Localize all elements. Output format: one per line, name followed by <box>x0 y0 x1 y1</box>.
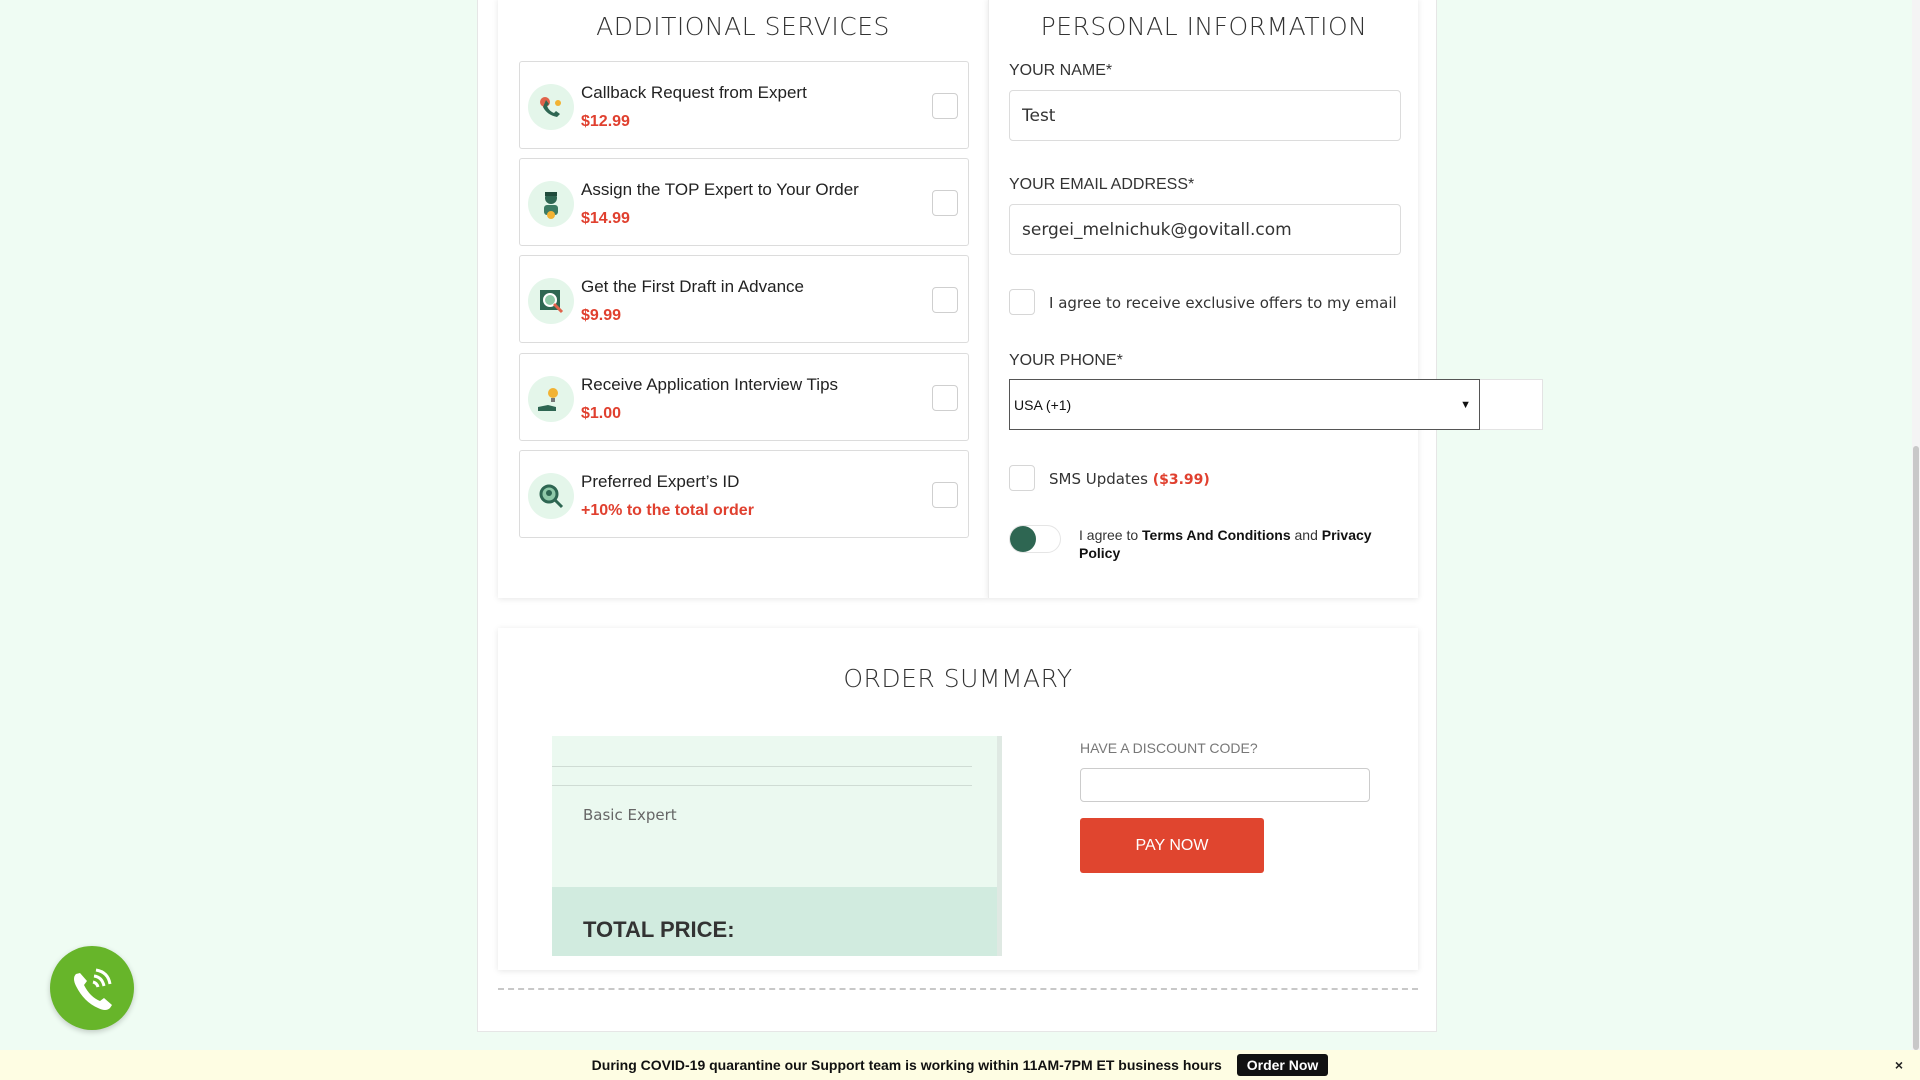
scrollbar-thumb[interactable] <box>1913 446 1919 1050</box>
phone-number-field[interactable] <box>1480 379 1543 430</box>
service-checkbox[interactable] <box>932 93 958 119</box>
service-title: Assign the TOP Expert to Your Order <box>581 180 859 199</box>
service-price: $9.99 <box>581 307 622 324</box>
toggle-knob <box>1010 526 1036 552</box>
service-preferred-expert-id[interactable]: Preferred Expert’s ID +10% to the total … <box>519 450 969 538</box>
summary-item-expert: Basic Expert <box>583 806 677 824</box>
order-summary-table: Basic Expert TOTAL PRICE: <box>552 736 1002 956</box>
scrollbar[interactable] <box>1912 0 1920 1050</box>
additional-services-card: ADDITIONAL SERVICES Callback Request fro… <box>498 0 988 598</box>
service-price: +10% to the total order <box>581 502 754 519</box>
email-label: YOUR EMAIL ADDRESS* <box>1009 176 1195 193</box>
offers-label: I agree to receive exclusive offers to m… <box>1049 294 1397 312</box>
pay-now-button[interactable]: PAY NOW <box>1080 818 1264 873</box>
service-title: Callback Request from Expert <box>581 83 807 102</box>
summary-divider <box>552 766 972 767</box>
summary-divider <box>552 785 972 786</box>
service-title: Preferred Expert’s ID <box>581 472 740 491</box>
email-field[interactable] <box>1009 204 1401 255</box>
order-form-container: ADDITIONAL SERVICES Callback Request fro… <box>477 0 1543 1032</box>
personal-information-title: PERSONAL INFORMATION <box>1040 12 1368 41</box>
sms-updates-price: ($3.99) <box>1152 472 1210 488</box>
personal-information-card: PERSONAL INFORMATION YOUR NAME* YOUR EMA… <box>988 0 1543 598</box>
total-price-label: TOTAL PRICE: <box>552 887 997 956</box>
service-title: Receive Application Interview Tips <box>581 375 839 394</box>
service-price: $1.00 <box>581 405 622 422</box>
call-button[interactable] <box>50 946 134 1030</box>
service-checkbox[interactable] <box>932 385 958 411</box>
close-icon[interactable]: × <box>1895 1057 1903 1073</box>
additional-services-title: ADDITIONAL SERVICES <box>596 12 890 41</box>
phone-label: YOUR PHONE* <box>1009 352 1123 369</box>
expert-id-icon <box>528 473 574 519</box>
service-top-expert[interactable]: Assign the TOP Expert to Your Order $14.… <box>519 158 969 246</box>
discount-code-input[interactable] <box>1080 768 1370 802</box>
discount-code-label: HAVE A DISCOUNT CODE? <box>1080 740 1258 756</box>
sms-updates-text: SMS Updates <box>1049 470 1148 488</box>
service-first-draft[interactable]: Get the First Draft in Advance $9.99 <box>519 255 969 343</box>
covid-notice-bar: During COVID-19 quarantine our Support t… <box>0 1050 1920 1080</box>
service-checkbox[interactable] <box>932 482 958 508</box>
terms-toggle[interactable] <box>1009 525 1061 553</box>
dashed-divider <box>498 988 1418 990</box>
service-checkbox[interactable] <box>932 287 958 313</box>
phone-country-value: USA (+1) <box>1014 396 1072 413</box>
sms-updates-label: SMS Updates ($3.99) <box>1049 470 1210 488</box>
service-price: $14.99 <box>581 210 630 227</box>
dropdown-arrow-icon: ▼ <box>1460 398 1471 411</box>
name-field[interactable] <box>1009 90 1401 141</box>
terms-and: and <box>1294 527 1318 543</box>
phone-country-select[interactable]: USA (+1) ▼ <box>1009 379 1480 430</box>
offers-checkbox[interactable] <box>1009 289 1035 315</box>
draft-magnifier-icon <box>528 278 574 324</box>
phone-callback-icon <box>528 84 574 130</box>
sms-updates-checkbox[interactable] <box>1009 465 1035 491</box>
service-callback-request[interactable]: Callback Request from Expert $12.99 <box>519 61 969 149</box>
top-expert-icon <box>528 181 574 227</box>
terms-link[interactable]: Terms And Conditions <box>1142 527 1291 543</box>
terms-prefix: I agree to <box>1079 527 1139 543</box>
service-title: Get the First Draft in Advance <box>581 277 804 296</box>
service-interview-tips[interactable]: Receive Application Interview Tips $1.00 <box>519 353 969 441</box>
lightbulb-tips-icon <box>528 376 574 422</box>
terms-text: I agree to Terms And Conditions and Priv… <box>1079 526 1399 562</box>
order-summary-card: ORDER SUMMARY Basic Expert TOTAL PRICE: … <box>498 628 1418 970</box>
notice-text: During COVID-19 quarantine our Support t… <box>591 1057 1222 1073</box>
order-summary-title: ORDER SUMMARY <box>843 664 1073 693</box>
service-checkbox[interactable] <box>932 190 958 216</box>
phone-call-icon <box>74 968 112 1010</box>
name-label: YOUR NAME* <box>1009 62 1113 79</box>
service-price: $12.99 <box>581 113 630 130</box>
order-now-button[interactable]: Order Now <box>1236 1054 1329 1076</box>
